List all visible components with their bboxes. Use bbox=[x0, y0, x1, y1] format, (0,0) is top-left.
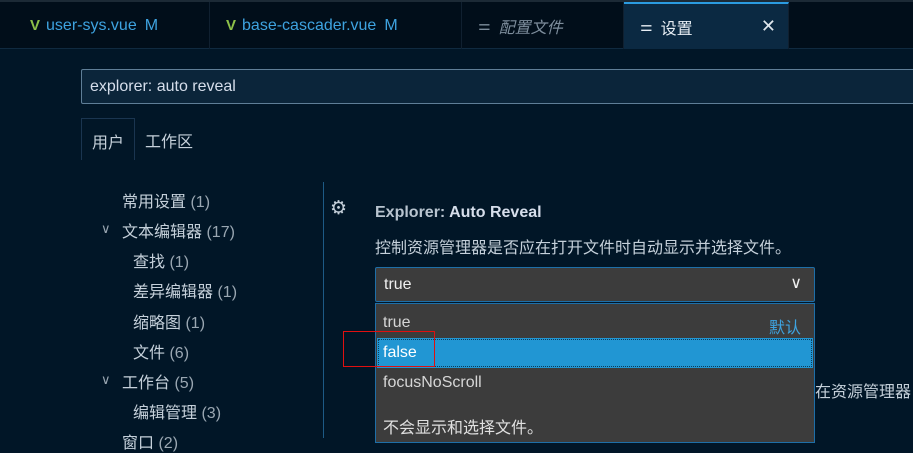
toc-item[interactable]: 窗口 (2) bbox=[122, 429, 178, 453]
option-true[interactable]: true 默认 bbox=[377, 308, 813, 338]
toc-item[interactable]: 差异编辑器 (1) bbox=[133, 278, 237, 302]
next-setting-description: 在资源管理器 bbox=[815, 384, 912, 401]
toc-item[interactable]: 缩略图 (1) bbox=[133, 309, 205, 333]
option-description: 不会显示和选择文件。 bbox=[383, 420, 544, 437]
settings-sliders-icon: ⚌ bbox=[640, 18, 653, 34]
option-focusnoscroll[interactable]: focusNoScroll bbox=[377, 368, 813, 398]
toc-item[interactable]: 工作台 (5) bbox=[122, 369, 194, 393]
tab-base-cascader-vue[interactable]: V base-cascader.vue M bbox=[210, 2, 462, 49]
chevron-down-icon: ∨ bbox=[790, 275, 802, 292]
default-badge: 默认 bbox=[768, 320, 801, 337]
tab-config-file[interactable]: ⚌ 配置文件 bbox=[462, 2, 624, 49]
toc-item[interactable]: 文件 (6) bbox=[133, 339, 189, 363]
tab-workspace[interactable]: 工作区 bbox=[135, 118, 203, 160]
settings-search-input[interactable]: explorer: auto reveal bbox=[81, 69, 913, 104]
modified-badge: M bbox=[384, 16, 398, 34]
vue-icon: V bbox=[30, 17, 41, 34]
editor-tab-bar: V user-sys.vue M V base-cascader.vue M ⚌… bbox=[0, 0, 913, 49]
select-dropdown: true 默认 false focusNoScroll 不会显示和选择文件。 bbox=[375, 303, 815, 443]
highlight-box bbox=[343, 331, 435, 367]
modified-badge: M bbox=[144, 16, 159, 34]
setting-title: Explorer: Auto Reveal bbox=[375, 204, 542, 221]
toc-item[interactable]: 查找 (1) bbox=[133, 248, 189, 272]
toc-item[interactable]: 常用设置 (1) bbox=[122, 188, 210, 212]
chevron-down-icon[interactable]: ∨ bbox=[101, 372, 111, 388]
divider bbox=[323, 182, 324, 438]
tab-user-sys-vue[interactable]: V user-sys.vue M bbox=[14, 2, 210, 49]
vue-icon: V bbox=[226, 17, 237, 34]
close-icon[interactable]: ✕ bbox=[761, 16, 776, 37]
scope-tabs: 用户 工作区 bbox=[81, 118, 203, 160]
auto-reveal-select[interactable]: true ∨ bbox=[375, 267, 815, 302]
tab-user[interactable]: 用户 bbox=[81, 118, 136, 160]
settings-sliders-icon: ⚌ bbox=[478, 17, 491, 33]
tab-settings[interactable]: ⚌ 设置 ✕ bbox=[624, 2, 789, 49]
setting-description: 控制资源管理器是否应在打开文件时自动显示并选择文件。 bbox=[375, 240, 792, 257]
toc-item[interactable]: 文本编辑器 (17) bbox=[122, 218, 235, 242]
gear-icon[interactable]: ⚙ bbox=[330, 197, 347, 220]
chevron-down-icon[interactable]: ∨ bbox=[101, 221, 111, 237]
option-false[interactable]: false bbox=[377, 338, 813, 368]
toc-item[interactable]: 编辑管理 (3) bbox=[133, 399, 221, 423]
